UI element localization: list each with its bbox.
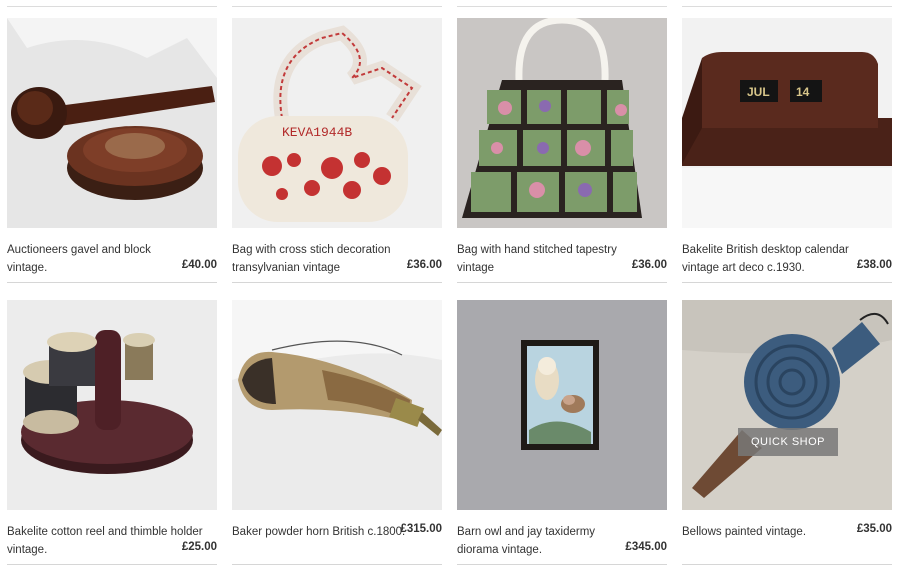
- product-grid: Auctioneers gavel and block vintage. £40…: [7, 18, 892, 566]
- product-price: £36.00: [631, 259, 667, 271]
- product-card[interactable]: Baker powder horn British c.1800. £315.0…: [232, 300, 442, 566]
- product-image-tapestry-bag[interactable]: [457, 18, 667, 228]
- card-divider: [7, 564, 217, 565]
- product-price: £36.00: [406, 259, 442, 271]
- quick-shop-button[interactable]: QUICK SHOP: [738, 428, 838, 456]
- product-card[interactable]: KEVA1944B Bag with cross stich decoratio…: [232, 18, 442, 284]
- bag-embroidered-text: KEVA1944B: [282, 125, 352, 140]
- product-image-powder-horn[interactable]: [232, 300, 442, 510]
- top-divider: [457, 6, 667, 7]
- card-divider: [682, 282, 892, 283]
- product-title[interactable]: Bakelite British desktop calendar vintag…: [682, 241, 852, 277]
- product-price: £25.00: [181, 541, 217, 553]
- card-divider: [7, 282, 217, 283]
- top-divider: [682, 6, 892, 7]
- product-price: £345.00: [625, 541, 667, 553]
- product-card[interactable]: JUL 14 Bakelite British desktop calendar…: [682, 18, 892, 284]
- product-title[interactable]: Bag with hand stitched tapestry vintage: [457, 241, 627, 277]
- card-divider: [457, 282, 667, 283]
- product-price: £35.00: [856, 523, 892, 535]
- product-title[interactable]: Bag with cross stich decoration transylv…: [232, 241, 402, 277]
- product-image-gavel[interactable]: [7, 18, 217, 228]
- card-divider: [232, 564, 442, 565]
- top-divider: [7, 6, 217, 7]
- product-title[interactable]: Baker powder horn British c.1800.: [232, 523, 412, 541]
- product-image-bellows[interactable]: QUICK SHOP: [682, 300, 892, 510]
- product-card[interactable]: Auctioneers gavel and block vintage. £40…: [7, 18, 217, 284]
- card-divider: [457, 564, 667, 565]
- card-divider: [682, 564, 892, 565]
- product-image-taxidermy-diorama[interactable]: [457, 300, 667, 510]
- product-price: £38.00: [856, 259, 892, 271]
- product-card[interactable]: Barn owl and jay taxidermy diorama vinta…: [457, 300, 667, 566]
- product-price: £40.00: [181, 259, 217, 271]
- product-title[interactable]: Bellows painted vintage.: [682, 523, 832, 541]
- product-card[interactable]: Bakelite cotton reel and thimble holder …: [7, 300, 217, 566]
- top-divider: [232, 6, 442, 7]
- calendar-day: 14: [796, 85, 810, 99]
- product-title[interactable]: Barn owl and jay taxidermy diorama vinta…: [457, 523, 627, 559]
- card-divider: [232, 282, 442, 283]
- product-card[interactable]: Bag with hand stitched tapestry vintage …: [457, 18, 667, 284]
- product-title[interactable]: Auctioneers gavel and block vintage.: [7, 241, 177, 277]
- product-card[interactable]: QUICK SHOP Bellows painted vintage. £35.…: [682, 300, 892, 566]
- product-image-cross-stitch-bag[interactable]: KEVA1944B: [232, 18, 442, 228]
- product-title[interactable]: Bakelite cotton reel and thimble holder …: [7, 523, 207, 559]
- product-image-desktop-calendar[interactable]: JUL 14: [682, 18, 892, 228]
- calendar-month: JUL: [747, 85, 770, 99]
- product-image-cotton-reel-holder[interactable]: [7, 300, 217, 510]
- product-price: £315.00: [400, 523, 442, 535]
